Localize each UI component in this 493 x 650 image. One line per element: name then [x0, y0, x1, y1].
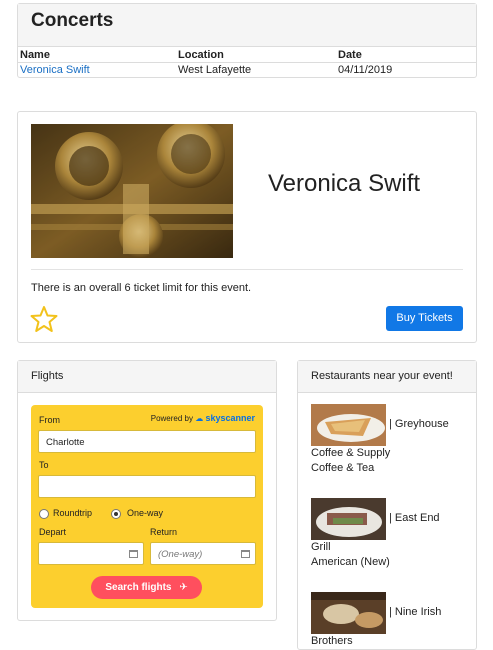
roundtrip-label: Roundtrip	[53, 508, 93, 518]
restaurant-thumbnail	[311, 498, 386, 540]
restaurant-thumbnail	[311, 592, 386, 634]
event-image	[31, 124, 233, 258]
restaurant-name-continued: Grill	[311, 541, 331, 553]
concert-location: West Lafayette	[178, 64, 252, 77]
depart-date-input[interactable]	[38, 542, 144, 565]
restaurants-header: Restaurants near your event!	[298, 361, 476, 393]
skyscanner-logo-icon: ☁	[195, 414, 204, 423]
skyscanner-widget: From Powered by ☁ skyscanner Charlotte T…	[31, 405, 263, 608]
buy-tickets-button[interactable]: Buy Tickets	[386, 306, 463, 331]
concerts-panel: Concerts Name Location Date Veronica Swi…	[17, 3, 477, 78]
concerts-table: Name Location Date Veronica Swift West L…	[18, 47, 476, 78]
calendar-icon	[241, 550, 250, 558]
flights-header: Flights	[18, 361, 276, 393]
oneway-label: One-way	[127, 508, 164, 518]
airplane-icon: ✈	[179, 582, 188, 593]
restaurant-cuisine: American (New)	[311, 556, 390, 568]
divider	[31, 269, 463, 270]
powered-by: Powered by ☁ skyscanner	[151, 413, 255, 423]
event-title: Veronica Swift	[268, 170, 421, 197]
concert-name-link[interactable]: Veronica Swift	[20, 64, 90, 76]
skyscanner-brand: skyscanner	[205, 413, 255, 423]
from-input[interactable]: Charlotte	[38, 430, 256, 453]
column-header-name: Name	[18, 47, 176, 63]
return-label: Return	[150, 527, 178, 537]
to-label: To	[39, 460, 49, 470]
search-flights-label: Search flights	[105, 582, 172, 593]
oneway-radio[interactable]	[111, 509, 121, 519]
favorite-star-icon[interactable]	[30, 305, 58, 333]
roundtrip-radio[interactable]	[39, 509, 49, 519]
return-date-input[interactable]: (One-way)	[150, 542, 256, 565]
depart-label: Depart	[39, 527, 67, 537]
from-label: From	[39, 415, 60, 425]
column-header-location: Location	[176, 47, 336, 63]
calendar-icon	[129, 550, 138, 558]
table-header-row: Name Location Date	[18, 47, 476, 63]
column-header-date: Date	[336, 47, 476, 63]
restaurant-name-continued: Coffee & Supply	[311, 447, 391, 459]
concerts-title: Concerts	[18, 4, 476, 47]
event-card: Veronica Swift There is an overall 6 tic…	[17, 111, 477, 343]
return-placeholder: (One-way)	[158, 549, 203, 560]
powered-by-text: Powered by	[150, 414, 193, 423]
restaurants-panel: Restaurants near your event! | Greyhouse…	[297, 360, 477, 650]
list-item[interactable]: | Greyhouse Coffee & Supply Coffee & Tea	[311, 404, 471, 476]
restaurant-thumbnail	[311, 404, 386, 446]
search-flights-button[interactable]: Search flights ✈	[91, 576, 202, 599]
list-item[interactable]: | East End Grill American (New)	[311, 498, 471, 570]
restaurant-name-continued: Brothers	[311, 635, 353, 647]
restaurant-cuisine: Coffee & Tea	[311, 462, 375, 474]
ticket-limit-text: There is an overall 6 ticket limit for t…	[31, 282, 252, 294]
to-input[interactable]	[38, 475, 256, 498]
concert-date: 04/11/2019	[338, 64, 393, 77]
list-item[interactable]: | Nine Irish Brothers	[311, 592, 471, 649]
table-row: Veronica Swift West Lafayette 04/11/2019	[18, 62, 476, 78]
flights-panel: Flights From Powered by ☁ skyscanner Cha…	[17, 360, 277, 621]
